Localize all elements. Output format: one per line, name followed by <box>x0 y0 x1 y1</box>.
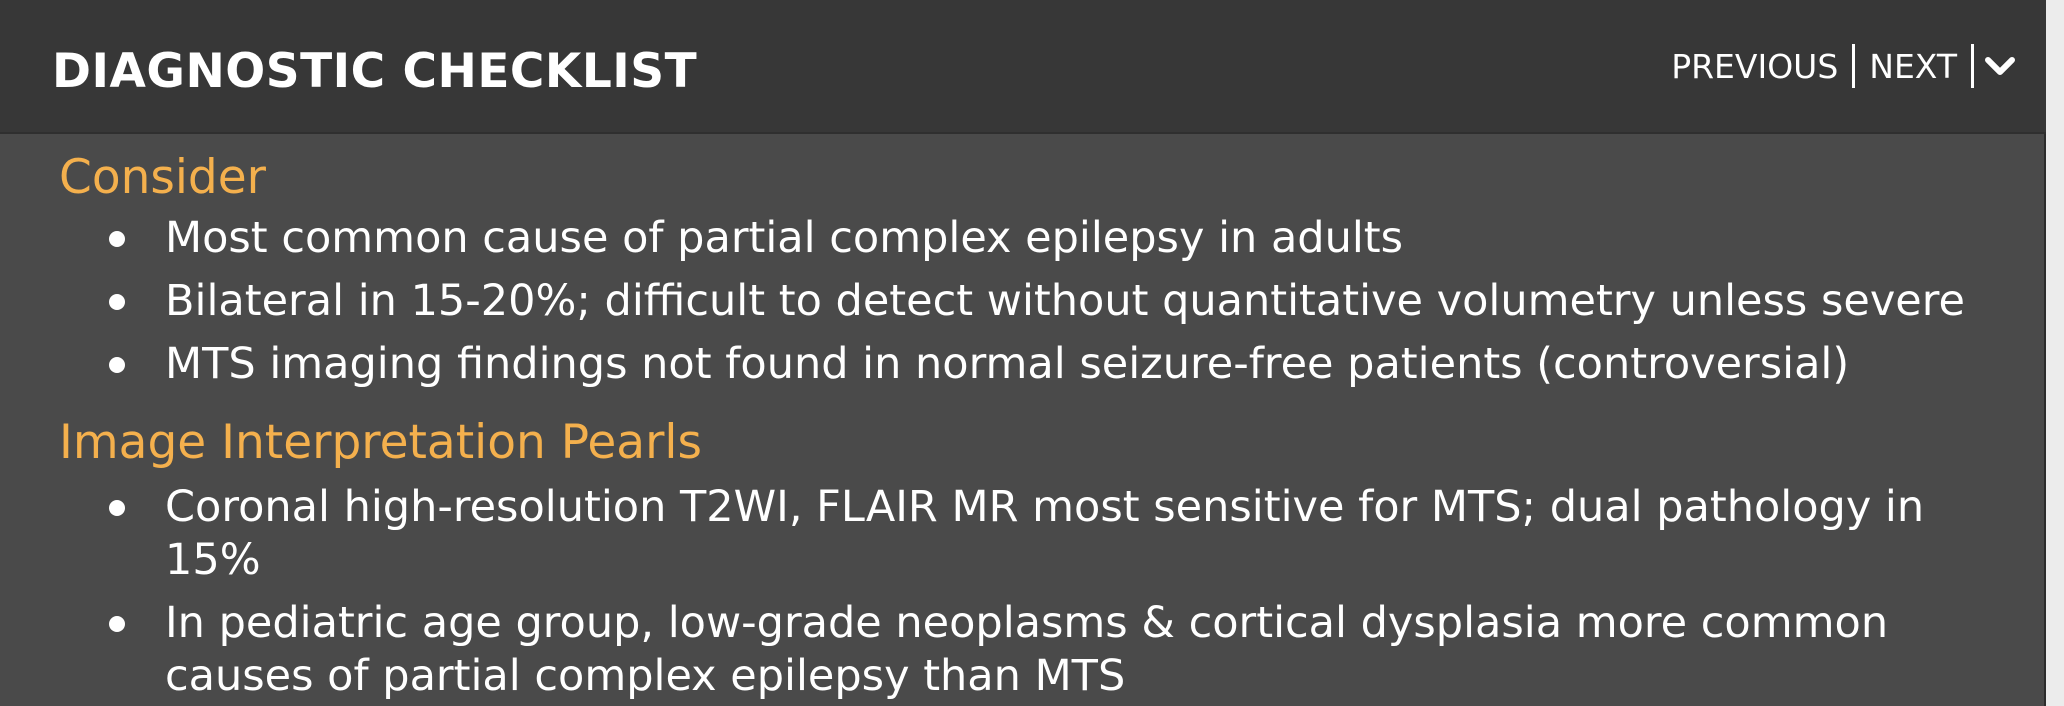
previous-link[interactable]: PREVIOUS <box>1657 47 1852 86</box>
section-heading: Consider <box>59 150 266 205</box>
section-heading: Image Interpretation Pearls <box>59 415 702 470</box>
section-image-interpretation-pearls: Image Interpretation Pearls Coronal high… <box>0 411 2046 703</box>
list-item: Most common cause of partial complex epi… <box>0 212 2046 265</box>
page-margin <box>2046 0 2064 706</box>
list-item: MTS imaging findings not found in normal… <box>0 338 2046 391</box>
nav-divider <box>1971 44 1974 88</box>
diagnostic-checklist-panel: DIAGNOSTIC CHECKLIST PREVIOUS NEXT Consi… <box>0 0 2046 706</box>
list-item-text: Most common cause of partial complex epi… <box>165 213 1404 263</box>
section-consider: Consider Most common cause of partial co… <box>0 146 2046 391</box>
bullet-icon <box>109 357 125 373</box>
bullet-icon <box>109 294 125 310</box>
next-link[interactable]: NEXT <box>1855 47 1971 86</box>
bullet-list: Coronal high-resolution T2WI, FLAIR MR m… <box>0 481 2046 703</box>
panel-navigation: PREVIOUS NEXT <box>1657 38 2020 94</box>
list-item-text: Coronal high-resolution T2WI, FLAIR MR m… <box>165 482 1925 585</box>
panel-title: DIAGNOSTIC CHECKLIST <box>52 44 698 99</box>
bullet-icon <box>109 616 125 632</box>
panel-header: DIAGNOSTIC CHECKLIST PREVIOUS NEXT <box>0 0 2046 134</box>
bullet-list: Most common cause of partial complex epi… <box>0 212 2046 391</box>
collapse-button[interactable] <box>1980 44 2020 88</box>
list-item: In pediatric age group, low-grade neopla… <box>0 597 2046 703</box>
list-item-text: In pediatric age group, low-grade neopla… <box>165 598 1889 701</box>
bullet-icon <box>109 500 125 516</box>
list-item-text: Bilateral in 15-20%; difficult to detect… <box>165 276 1965 326</box>
bullet-icon <box>109 231 125 247</box>
list-item-text: MTS imaging findings not found in normal… <box>165 339 1850 389</box>
chevron-down-icon <box>1985 57 2015 75</box>
list-item: Coronal high-resolution T2WI, FLAIR MR m… <box>0 481 2046 587</box>
list-item: Bilateral in 15-20%; difficult to detect… <box>0 275 2046 328</box>
checklist-content: Consider Most common cause of partial co… <box>0 146 2046 706</box>
